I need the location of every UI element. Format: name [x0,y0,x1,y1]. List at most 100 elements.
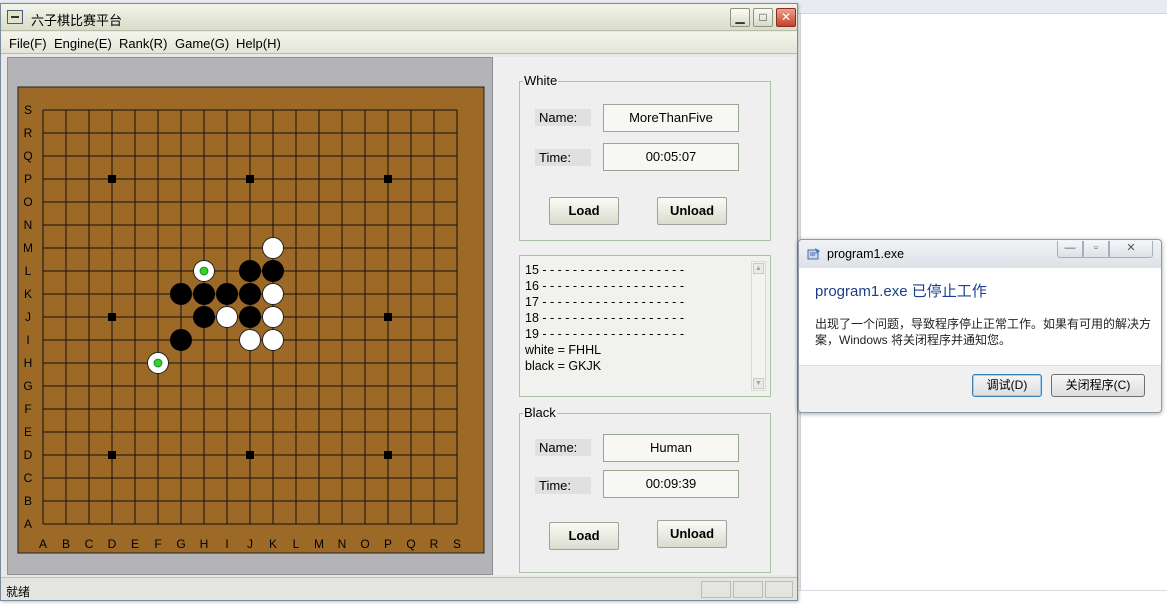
column-label: C [85,537,94,551]
black-unload-button[interactable]: Unload [657,520,727,548]
row-label: B [24,494,32,508]
black-name-label: Name: [535,439,591,456]
column-label: O [360,537,369,551]
black-stone[interactable] [239,260,261,282]
menu-game[interactable]: Game(G) [175,36,229,51]
column-label: D [108,537,117,551]
white-stone[interactable] [262,283,284,305]
white-load-button[interactable]: Load [549,197,619,225]
white-stone[interactable] [262,306,284,328]
white-stone[interactable] [262,237,284,259]
debug-button[interactable]: 调试(D) [972,374,1042,397]
row-label: H [24,356,33,370]
star-point [108,313,116,321]
column-label: N [338,537,347,551]
white-stone[interactable] [239,329,261,351]
black-time-label: Time: [535,477,591,494]
star-point [246,451,254,459]
row-label: E [24,425,32,439]
star-point [246,175,254,183]
black-load-button[interactable]: Load [549,522,619,550]
log-line: 16 - - - - - - - - - - - - - - - - - - - [525,279,684,293]
black-player-group: Black Name: Human Time: 00:09:39 Load Un… [519,405,771,573]
row-label: K [24,287,32,301]
black-stone[interactable] [239,283,261,305]
maximize-button[interactable]: □ [753,8,773,27]
row-label: S [24,103,32,117]
board-panel: ABCDEFGHIJKLMNOPQRSABCDEFGHIJKLMNOPQRS [7,57,493,575]
black-stone[interactable] [170,329,192,351]
dialog-close-button[interactable]: ✕ [1109,241,1153,258]
app-menu-icon[interactable] [7,10,23,24]
black-stone[interactable] [216,283,238,305]
log-line: black = GKJK [525,359,602,373]
black-stone[interactable] [239,306,261,328]
black-stone[interactable] [262,260,284,282]
move-log[interactable]: 15 - - - - - - - - - - - - - - - - - - -… [519,255,771,397]
white-stone[interactable] [262,329,284,351]
main-window: 六子棋比赛平台 ▁ □ ✕ File(F) Engine(E) Rank(R) … [0,3,798,601]
status-text: 就绪 [6,585,31,599]
white-name-label: Name: [535,109,591,126]
column-label: E [131,537,139,551]
status-bar: 就绪 [1,577,797,600]
column-label: L [293,537,300,551]
star-point [384,175,392,183]
move-log-text: 15 - - - - - - - - - - - - - - - - - - -… [525,262,684,374]
black-stone[interactable] [193,283,215,305]
column-label: S [453,537,461,551]
star-point [384,451,392,459]
white-group-legend: White [523,73,559,88]
white-player-group: White Name: MoreThanFive Time: 00:05:07 … [519,73,771,241]
close-button[interactable]: ✕ [776,8,796,27]
dialog-title-bar[interactable]: program1.exe — ▫ ✕ [799,240,1161,268]
dialog-footer: 调试(D) 关闭程序(C) [799,365,1161,412]
star-point [384,313,392,321]
row-label: R [24,126,33,140]
close-program-button[interactable]: 关闭程序(C) [1051,374,1145,397]
row-label: L [25,264,32,278]
black-stone[interactable] [193,306,215,328]
title-bar[interactable]: 六子棋比赛平台 ▁ □ ✕ [1,4,797,31]
black-stone[interactable] [170,283,192,305]
white-stone[interactable] [216,306,238,328]
go-board[interactable]: A B C D E F G H I J K L M N O P Q R SABCDEFGHIJKLMNOPQRS [8,58,492,574]
status-pane [765,581,793,598]
scroll-down-icon[interactable]: ▼ [753,378,764,389]
black-name-field[interactable]: Human [603,434,739,462]
last-move-marker [153,358,163,368]
row-label: P [24,172,32,186]
column-label: M [314,537,324,551]
white-time-label: Time: [535,149,591,166]
column-label: F [154,537,161,551]
menu-rank[interactable]: Rank(R) [119,36,167,51]
menu-file[interactable]: File(F) [9,36,47,51]
row-label: I [26,333,29,347]
white-time-field: 00:05:07 [603,143,739,171]
row-label: J [25,310,31,324]
menu-help[interactable]: Help(H) [236,36,281,51]
dialog-maximize-button[interactable]: ▫ [1083,241,1109,258]
log-scrollbar[interactable]: ▲ ▼ [751,261,766,391]
column-label: H [200,537,209,551]
scroll-up-icon[interactable]: ▲ [753,263,764,274]
dialog-title: program1.exe [827,247,905,261]
row-label: G [23,379,32,393]
menu-engine[interactable]: Engine(E) [54,36,112,51]
white-name-field[interactable]: MoreThanFive [603,104,739,132]
minimize-button[interactable]: ▁ [730,8,750,27]
column-label: J [247,537,253,551]
row-label: O [23,195,32,209]
star-point [108,175,116,183]
dialog-heading: program1.exe 已停止工作 [815,283,987,300]
column-label: B [62,537,70,551]
status-pane [701,581,731,598]
status-pane [733,581,763,598]
row-label: M [23,241,33,255]
right-panel: White Name: MoreThanFive Time: 00:05:07 … [493,57,795,575]
column-label: Q [406,537,415,551]
white-unload-button[interactable]: Unload [657,197,727,225]
column-label: G [176,537,185,551]
star-point [108,451,116,459]
dialog-minimize-button[interactable]: — [1057,241,1083,258]
